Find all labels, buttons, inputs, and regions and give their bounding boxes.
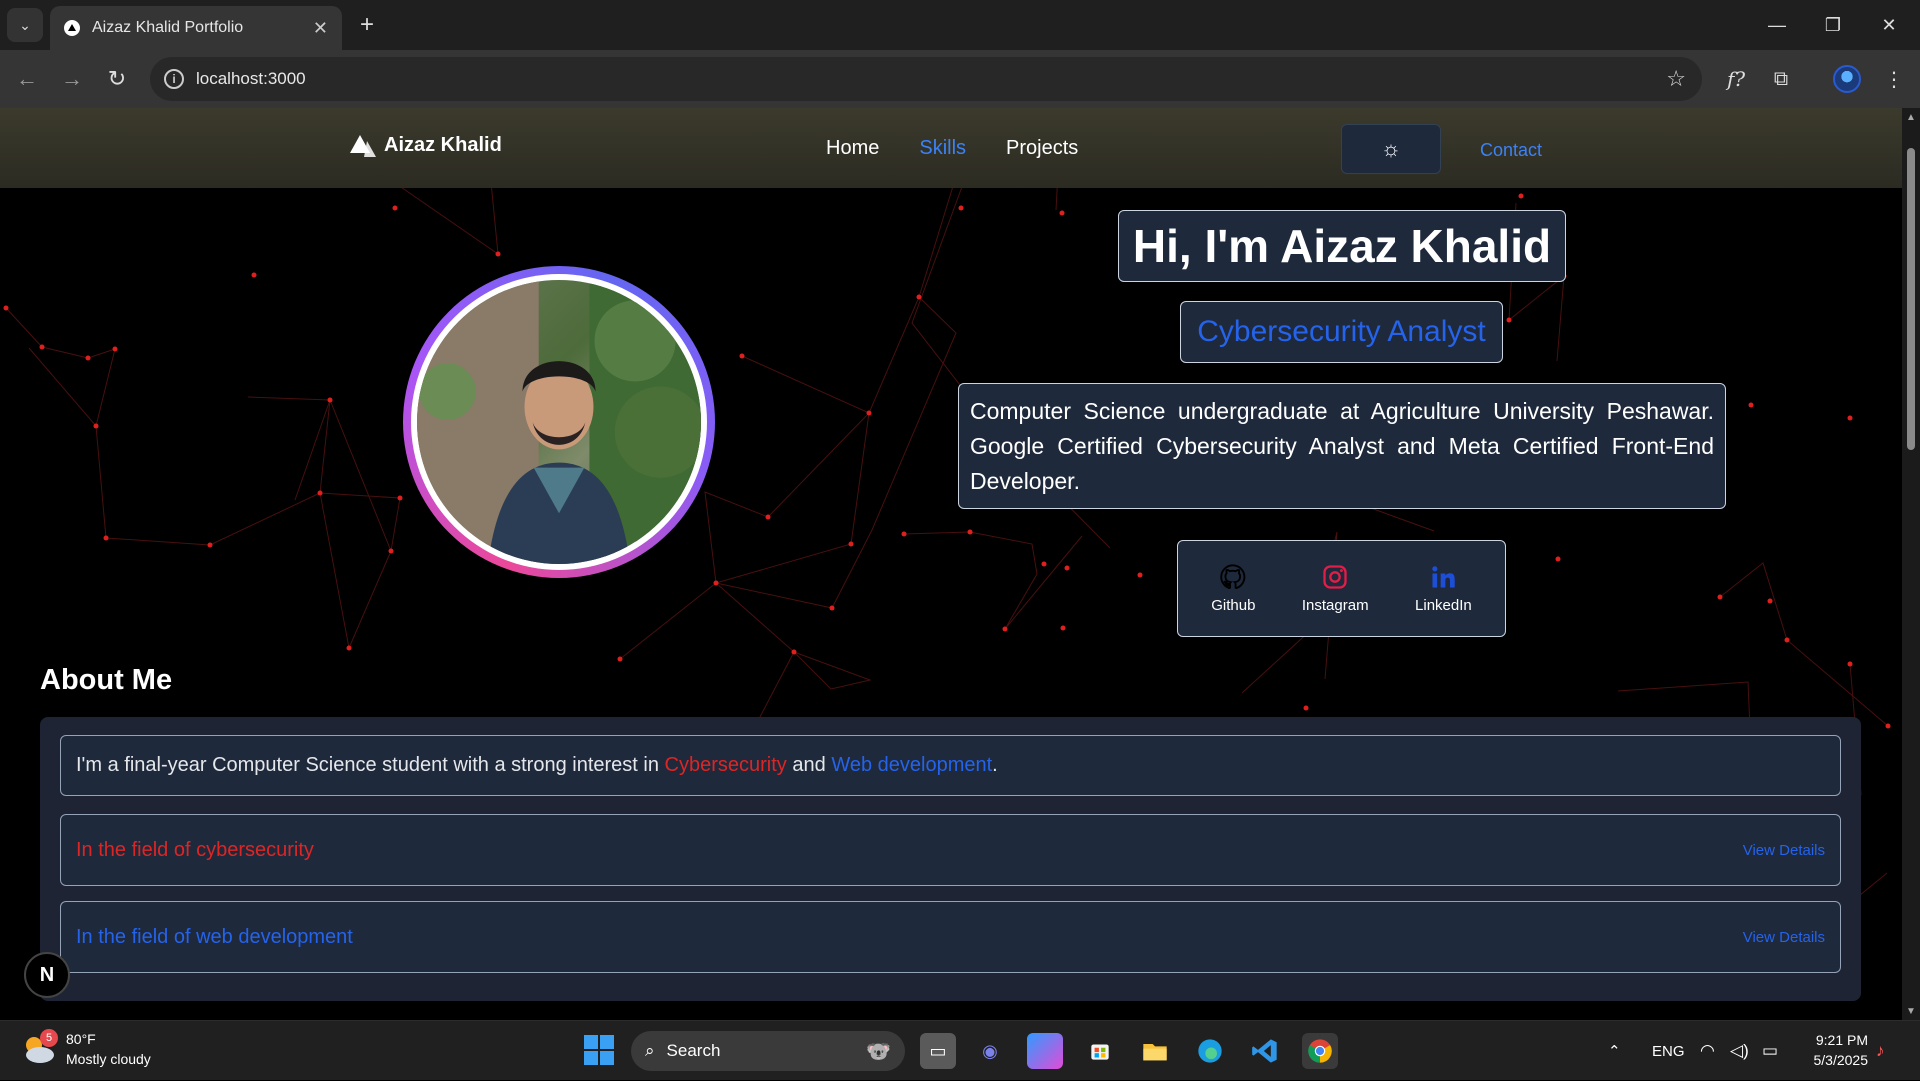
clock-time: 9:21 PM — [1815, 1032, 1868, 1048]
intro-cybersecurity: Cybersecurity — [664, 754, 787, 776]
bookmark-star-icon[interactable]: ☆ — [1666, 66, 1686, 92]
brand-link[interactable]: Aizaz Khalid — [350, 134, 502, 157]
wifi-icon[interactable]: ◠ — [1700, 1021, 1715, 1081]
copilot-icon[interactable] — [1027, 1033, 1063, 1069]
cybersecurity-view-details-link[interactable]: View Details — [1743, 842, 1825, 859]
search-icon: ⌕ — [645, 1041, 655, 1060]
scroll-down-arrow-icon[interactable]: ▼ — [1906, 1006, 1916, 1017]
system-clock[interactable]: 9:21 PM 5/3/2025 — [1804, 1030, 1869, 1070]
scroll-thumb[interactable] — [1907, 148, 1915, 450]
instagram-icon — [1323, 565, 1347, 589]
github-icon — [1220, 564, 1246, 590]
instagram-label: Instagram — [1301, 597, 1369, 614]
file-explorer-icon[interactable] — [1137, 1033, 1173, 1069]
search-highlight-koala-icon: 🐨 — [866, 1040, 891, 1063]
site-navbar: Aizaz Khalid Home Skills Projects ☼ Cont… — [0, 108, 1902, 188]
close-window-button[interactable]: ✕ — [1867, 8, 1911, 42]
weather-description: Mostly cloudy — [66, 1051, 151, 1067]
github-label: Github — [1211, 597, 1256, 614]
page-scrollbar[interactable]: ▲ ▼ — [1902, 108, 1920, 1020]
edge-browser-icon[interactable] — [1192, 1033, 1228, 1069]
tab-close-icon[interactable]: ✕ — [313, 18, 328, 39]
intro-and: and — [792, 754, 826, 776]
forward-button[interactable]: → — [55, 62, 89, 96]
microsoft-store-icon[interactable] — [1082, 1033, 1118, 1069]
weather-widget[interactable]: 5 80°F Mostly cloudy — [20, 1029, 151, 1069]
webdev-row-label: In the field of web development — [76, 925, 353, 948]
tab-title: Aizaz Khalid Portfolio — [92, 19, 244, 36]
restore-button[interactable]: ❐ — [1811, 8, 1855, 42]
about-intro: I'm a final-year Computer Science studen… — [60, 735, 1841, 796]
vercel-favicon-icon — [64, 20, 80, 36]
tab-search-button[interactable]: ⌄ — [7, 8, 43, 42]
profile-photo — [417, 280, 701, 564]
cybersecurity-accordion[interactable]: In the field of cybersecurity View Detai… — [60, 814, 1841, 886]
profile-photo-frame — [403, 266, 715, 578]
hero-description: Computer Science undergraduate at Agricu… — [958, 383, 1726, 509]
nav-skills-link[interactable]: Skills — [919, 137, 966, 160]
cloudy-weather-icon: 5 — [20, 1029, 58, 1065]
theme-toggle-button[interactable]: ☼ — [1341, 124, 1441, 174]
profile-photo-border — [411, 274, 707, 570]
back-button[interactable]: ← — [10, 62, 44, 96]
windows-start-icon[interactable] — [584, 1035, 614, 1065]
social-links: Github Instagram LinkedIn — [1177, 540, 1506, 637]
webdev-view-details-link[interactable]: View Details — [1743, 929, 1825, 946]
contact-link[interactable]: Contact — [1480, 140, 1542, 161]
show-hidden-icons-chevron-icon[interactable]: ⌃ — [1608, 1021, 1621, 1081]
vscode-icon[interactable] — [1247, 1033, 1283, 1069]
extension-fx-icon[interactable]: f? — [1720, 63, 1752, 95]
taskbar-search[interactable]: ⌕ Search 🐨 — [631, 1031, 905, 1071]
menu-kebab-icon[interactable]: ⋮ — [1878, 63, 1910, 95]
site-info-icon[interactable]: i — [164, 69, 184, 89]
linkedin-link[interactable]: LinkedIn — [1415, 563, 1472, 614]
github-link[interactable]: Github — [1211, 563, 1255, 614]
new-tab-button[interactable]: + — [352, 10, 382, 40]
hero-title: Hi, I'm Aizaz Khalid — [1118, 210, 1566, 282]
reload-button[interactable]: ↻ — [100, 62, 134, 96]
clock-date: 5/3/2025 — [1813, 1052, 1869, 1068]
nextjs-dev-badge[interactable]: N — [24, 952, 70, 998]
profile-avatar[interactable] — [1833, 65, 1861, 93]
browser-toolbar: ← → ↻ i localhost:3000 ☆ f? ⧉ ⋮ — [0, 50, 1920, 108]
extensions-puzzle-icon[interactable]: ⧉ — [1765, 63, 1797, 95]
intro-suffix: . — [992, 754, 998, 776]
sun-icon: ☼ — [1380, 136, 1402, 161]
teams-chat-icon[interactable]: ◉ — [972, 1033, 1008, 1069]
nav-home-link[interactable]: Home — [826, 137, 879, 160]
about-section: I'm a final-year Computer Science studen… — [40, 717, 1861, 1001]
hero-subtitle: Cybersecurity Analyst — [1180, 301, 1503, 363]
cybersecurity-row-label: In the field of cybersecurity — [76, 838, 314, 861]
address-bar[interactable]: i localhost:3000 ☆ — [150, 57, 1702, 101]
language-indicator[interactable]: ENG — [1652, 1021, 1685, 1081]
weather-temperature: 80°F — [66, 1031, 96, 1047]
battery-icon[interactable]: ▭ — [1762, 1021, 1778, 1081]
instagram-link[interactable]: Instagram — [1302, 563, 1369, 614]
url-text: localhost:3000 — [196, 69, 306, 88]
portrait-illustration — [417, 280, 701, 564]
minimize-button[interactable]: — — [1755, 8, 1799, 42]
search-label: Search — [666, 1041, 721, 1060]
main-nav: Home Skills Projects — [826, 137, 1078, 160]
intro-text: I'm a final-year Computer Science studen… — [76, 754, 659, 776]
scroll-up-arrow-icon[interactable]: ▲ — [1906, 112, 1916, 123]
nav-projects-link[interactable]: Projects — [1006, 137, 1078, 160]
about-heading: About Me — [40, 664, 173, 696]
weather-alert-badge: 5 — [40, 1029, 58, 1047]
brand-logo-icon — [350, 134, 376, 157]
chrome-icon[interactable] — [1302, 1033, 1338, 1069]
task-view-icon[interactable]: ▭ — [920, 1033, 956, 1069]
notification-bell-icon[interactable]: ♪ — [1876, 1021, 1885, 1081]
browser-tab[interactable]: Aizaz Khalid Portfolio ✕ — [50, 6, 342, 50]
linkedin-icon — [1432, 566, 1456, 588]
webdev-accordion[interactable]: In the field of web development View Det… — [60, 901, 1841, 973]
intro-web-development: Web development — [831, 754, 993, 776]
browser-tab-bar: ⌄ Aizaz Khalid Portfolio ✕ + — ❐ ✕ — [0, 0, 1920, 50]
page-viewport: Aizaz Khalid Home Skills Projects ☼ Cont… — [0, 108, 1902, 1020]
windows-taskbar: 5 80°F Mostly cloudy ⌕ Search 🐨 ▭ ◉ ⌃ EN… — [0, 1020, 1920, 1080]
linkedin-label: LinkedIn — [1415, 597, 1472, 614]
brand-name: Aizaz Khalid — [384, 134, 502, 156]
volume-icon[interactable]: ◁) — [1730, 1021, 1749, 1081]
